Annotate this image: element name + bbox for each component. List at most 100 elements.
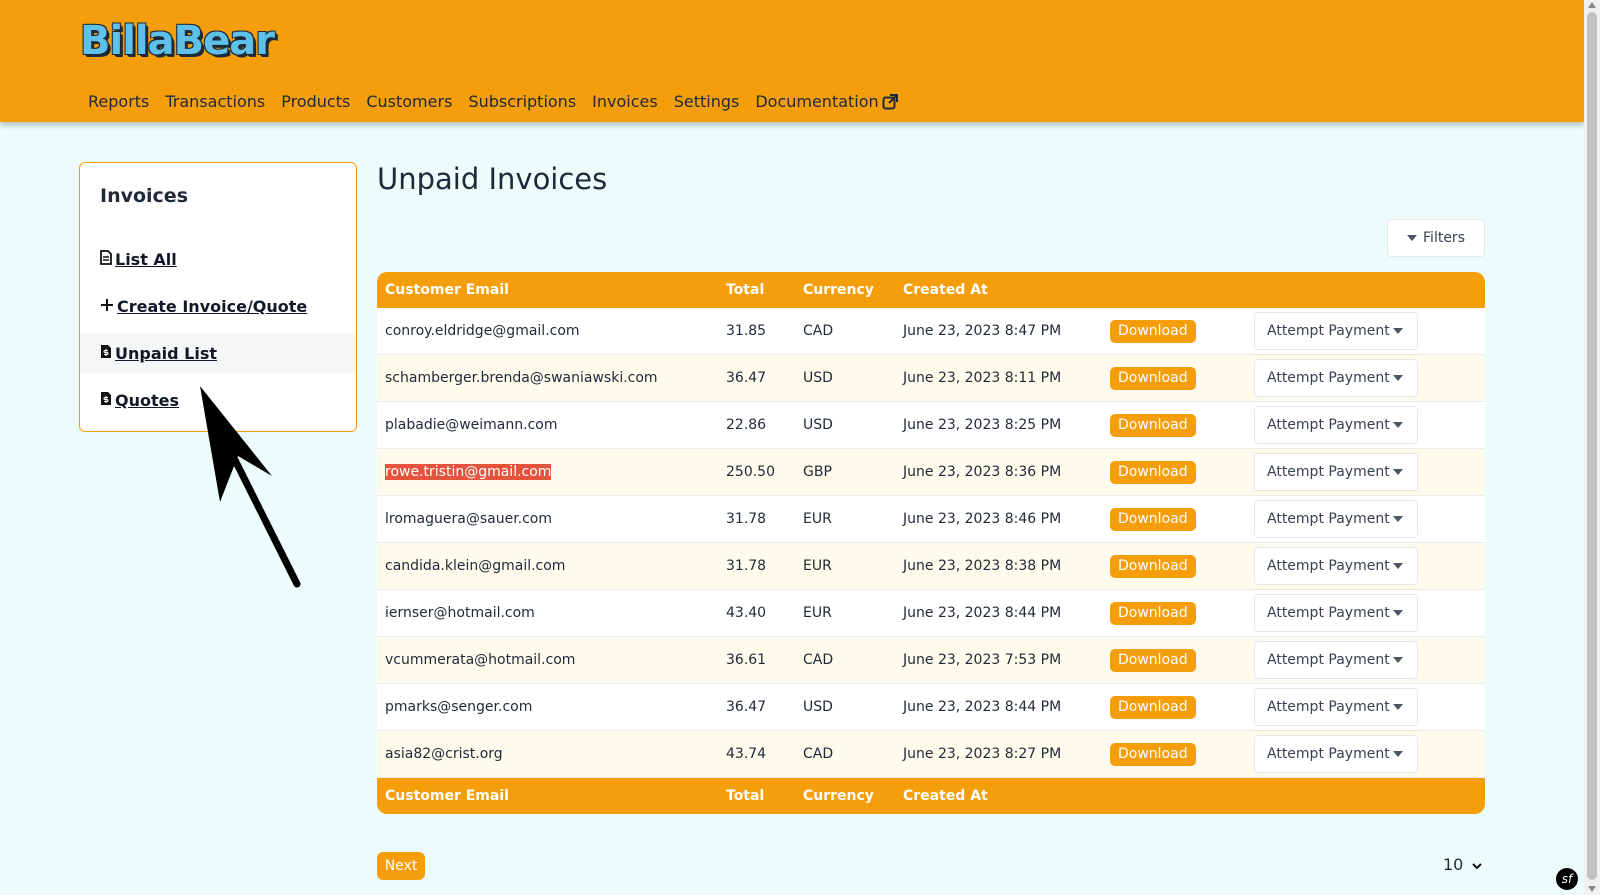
download-button[interactable]: Download [1110,366,1196,390]
download-button[interactable]: Download [1110,413,1196,437]
caret-down-icon [1393,657,1403,663]
page-size-select[interactable]: 10 [1439,853,1486,875]
next-page-button[interactable]: Next [377,852,425,880]
nav-subscriptions[interactable]: Subscriptions [460,90,584,117]
download-button[interactable]: Download [1110,554,1196,578]
page-scrollbar[interactable] [1584,0,1600,895]
customer-email[interactable]: iernser@hotmail.com [385,605,535,621]
invoice-total: 31.78 [726,511,767,527]
nav-customers[interactable]: Customers [358,90,460,117]
table-row: vcummerata@hotmail.com 36.61 CAD June 23, 2… [377,637,1485,684]
column-header-total: Total [726,282,765,298]
invoice-currency: EUR [803,558,832,574]
sidebar-item-label: List All [115,249,177,269]
table-row: lromaguera@sauer.com 31.78 EUR June 23, 202… [377,496,1485,543]
column-header-created-at: Created At [903,282,988,298]
attempt-payment-label: Attempt Payment [1267,464,1390,480]
download-button[interactable]: Download [1110,648,1196,672]
nav-settings[interactable]: Settings [666,90,748,117]
table-row: rowe.tristin@gmail.com 250.50 GBP June 23, … [377,449,1485,496]
invoice-created-at: June 23, 2023 8:11 PM [903,370,1062,386]
caret-down-icon [1407,235,1418,241]
page-title: Unpaid Invoices [377,162,608,196]
customer-email[interactable]: lromaguera@sauer.com [385,511,552,527]
attempt-payment-dropdown[interactable]: Attempt Payment [1254,735,1418,773]
column-header-customer-email: Customer Email [385,282,509,298]
attempt-payment-label: Attempt Payment [1267,746,1390,762]
scroll-down-icon[interactable] [1588,886,1596,892]
customer-email[interactable]: conroy.eldridge@gmail.com [385,323,580,339]
customer-email[interactable]: asia82@crist.org [385,746,503,762]
column-footer-created-at: Created At [903,788,988,804]
nav-documentation[interactable]: Documentation [747,90,905,117]
download-button[interactable]: Download [1110,460,1196,484]
attempt-payment-label: Attempt Payment [1267,699,1390,715]
sidebar-item-create-invoice-quote[interactable]: Create Invoice/Quote [80,286,356,326]
attempt-payment-dropdown[interactable]: Attempt Payment [1254,453,1418,491]
column-footer-customer-email: Customer Email [385,788,509,804]
filters-button[interactable]: Filters [1387,219,1485,257]
invoice-total: 36.47 [726,370,767,386]
download-button[interactable]: Download [1110,507,1196,531]
filters-label: Filters [1423,230,1465,246]
customer-email[interactable]: candida.klein@gmail.com [385,558,565,574]
nav-products[interactable]: Products [273,90,358,117]
customer-email[interactable]: plabadie@weimann.com [385,417,557,433]
attempt-payment-dropdown[interactable]: Attempt Payment [1254,312,1418,350]
customer-email[interactable]: schamberger.brenda@swaniawski.com [385,370,658,386]
table-row: pmarks@senger.com 36.47 USD June 23, 2023 8… [377,684,1485,731]
attempt-payment-dropdown[interactable]: Attempt Payment [1254,359,1418,397]
scroll-thumb[interactable] [1587,12,1597,880]
customer-email[interactable]: pmarks@senger.com [385,699,532,715]
nav-documentation-label: Documentation [755,92,879,111]
invoice-total: 31.78 [726,558,767,574]
caret-down-icon [1393,751,1403,757]
invoice-currency: USD [803,417,833,433]
nav-reports[interactable]: Reports [80,90,157,117]
attempt-payment-dropdown[interactable]: Attempt Payment [1254,594,1418,632]
invoice-created-at: June 23, 2023 8:25 PM [903,417,1062,433]
invoice-created-at: June 23, 2023 8:44 PM [903,699,1062,715]
nav-invoices[interactable]: Invoices [584,90,666,117]
invoice-currency: CAD [803,746,834,762]
symfony-toolbar-icon[interactable]: sf [1556,868,1578,890]
attempt-payment-dropdown[interactable]: Attempt Payment [1254,688,1418,726]
attempt-payment-dropdown[interactable]: Attempt Payment [1254,406,1418,444]
scroll-up-icon[interactable] [1588,2,1596,8]
sidebar-item-label: Create Invoice/Quote [117,296,308,316]
caret-down-icon [1393,610,1403,616]
caret-down-icon [1393,704,1403,710]
unpaid-invoices-table: Customer Email Total Currency Created At… [377,272,1485,814]
chevron-down-icon [1472,855,1482,874]
invoice-currency: EUR [803,605,832,621]
invoice-created-at: June 23, 2023 8:47 PM [903,323,1062,339]
invoice-created-at: June 23, 2023 8:38 PM [903,558,1062,574]
nav-transactions[interactable]: Transactions [157,90,273,117]
attempt-payment-label: Attempt Payment [1267,605,1390,621]
customer-email[interactable]: vcummerata@hotmail.com [385,652,575,668]
download-button[interactable]: Download [1110,695,1196,719]
main-nav: Reports Transactions Products Customers … [80,90,906,117]
download-button[interactable]: Download [1110,601,1196,625]
column-footer-total: Total [726,788,765,804]
invoice-currency: GBP [803,464,832,480]
attempt-payment-dropdown[interactable]: Attempt Payment [1254,641,1418,679]
file-icon [100,249,112,269]
table-body: conroy.eldridge@gmail.com 31.85 CAD June 23… [377,308,1485,778]
sidebar-item-list-all[interactable]: List All [80,239,356,279]
invoice-created-at: June 23, 2023 8:46 PM [903,511,1062,527]
invoice-total: 43.40 [726,605,767,621]
invoice-created-at: June 23, 2023 8:27 PM [903,746,1062,762]
customer-email[interactable]: rowe.tristin@gmail.com [385,464,552,480]
billabear-logo[interactable]: BillaBear [80,18,275,64]
invoice-currency: CAD [803,652,834,668]
attempt-payment-dropdown[interactable]: Attempt Payment [1254,500,1418,538]
attempt-payment-dropdown[interactable]: Attempt Payment [1254,547,1418,585]
invoice-currency: CAD [803,323,834,339]
sidebar-item-unpaid-list[interactable]: Unpaid List [80,333,356,373]
table-row: iernser@hotmail.com 43.40 EUR June 23, 2023… [377,590,1485,637]
download-button[interactable]: Download [1110,319,1196,343]
invoice-currency: USD [803,699,833,715]
caret-down-icon [1393,516,1403,522]
download-button[interactable]: Download [1110,742,1196,766]
